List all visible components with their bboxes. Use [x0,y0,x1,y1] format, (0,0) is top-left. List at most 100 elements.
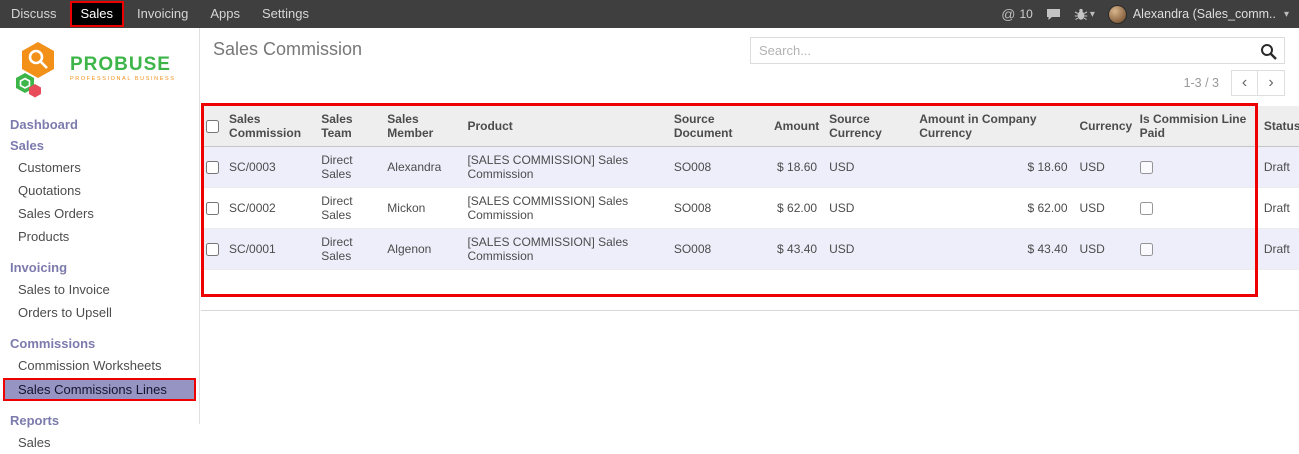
sidebar-item-reports-sales[interactable]: Sales [0,431,199,454]
header-source-currency[interactable]: Source Currency [823,106,913,146]
cell-source-document[interactable]: SO008 [668,146,768,187]
cell-paid [1134,187,1258,228]
paid-checkbox[interactable] [1140,202,1153,215]
row-select-cell [201,146,223,187]
pager-prev-button[interactable]: ‹ [1231,70,1258,96]
cell-member[interactable]: Algenon [381,228,461,269]
header-source-document[interactable]: Source Document [668,106,768,146]
cell-source-currency[interactable]: USD [823,228,913,269]
pager: 1-3 / 3 ‹ › [1184,70,1285,96]
user-menu[interactable]: Alexandra (Sales_comm.. ▾ [1108,5,1289,24]
search-input[interactable] [751,38,1284,63]
topbar-menu-settings[interactable]: Settings [251,0,320,28]
cell-currency[interactable]: USD [1074,146,1134,187]
table-header-row: Sales Commission Sales Team Sales Member… [201,106,1299,146]
sidebar-heading-invoicing[interactable]: Invoicing [0,257,199,278]
commission-table: Sales Commission Sales Team Sales Member… [201,106,1299,270]
cell-product[interactable]: [SALES COMMISSION] Sales Commission [461,146,667,187]
row-checkbox[interactable] [206,202,219,215]
paid-checkbox[interactable] [1140,243,1153,256]
row-select-cell [201,187,223,228]
sidebar-heading-reports[interactable]: Reports [0,410,199,431]
cell-amount-company-currency[interactable]: $ 43.40 [913,228,1073,269]
brand-logo: PROBUSE PROFESSIONAL BUSINESS [0,28,199,104]
cell-product[interactable]: [SALES COMMISSION] Sales Commission [461,228,667,269]
table-row: SC/0001 Direct Sales Algenon [SALES COMM… [201,228,1299,269]
cell-amount-company-currency[interactable]: $ 62.00 [913,187,1073,228]
cell-commission[interactable]: SC/0002 [223,187,315,228]
row-select-cell [201,228,223,269]
sidebar-heading-dashboard[interactable]: Dashboard [0,114,199,135]
cell-amount[interactable]: $ 43.40 [768,228,823,269]
header-is-commission-line-paid[interactable]: Is Commision Line Paid [1134,106,1258,146]
paid-checkbox[interactable] [1140,161,1153,174]
cell-product[interactable]: [SALES COMMISSION] Sales Commission [461,187,667,228]
cell-status[interactable]: Draft [1258,187,1299,228]
table-row: SC/0003 Direct Sales Alexandra [SALES CO… [201,146,1299,187]
user-caret-icon: ▾ [1284,9,1289,20]
topbar-menu-sales[interactable]: Sales [70,1,125,27]
user-name: Alexandra (Sales_comm.. [1133,7,1276,21]
brand-name: PROBUSE [70,55,176,74]
sidebar-heading-sales[interactable]: Sales [0,135,199,156]
cell-team[interactable]: Direct Sales [315,187,381,228]
user-avatar [1108,5,1127,24]
cell-currency[interactable]: USD [1074,228,1134,269]
cell-member[interactable]: Mickon [381,187,461,228]
sidebar-item-customers[interactable]: Customers [0,156,199,179]
header-product[interactable]: Product [461,106,667,146]
debug-bug-icon[interactable]: ▾ [1074,8,1095,21]
select-all-checkbox[interactable] [206,120,219,133]
cell-status[interactable]: Draft [1258,146,1299,187]
cell-member[interactable]: Alexandra [381,146,461,187]
sidebar-item-commission-worksheets[interactable]: Commission Worksheets [0,354,199,377]
mention-count: 10 [1019,7,1032,21]
cell-source-currency[interactable]: USD [823,187,913,228]
cell-source-document[interactable]: SO008 [668,228,768,269]
sidebar-item-sales-orders[interactable]: Sales Orders [0,202,199,225]
sidebar-item-orders-to-upsell[interactable]: Orders to Upsell [0,301,199,324]
header-amount-company-currency[interactable]: Amount in Company Currency [913,106,1073,146]
header-currency[interactable]: Currency [1074,106,1134,146]
cell-paid [1134,228,1258,269]
topbar-menu-apps[interactable]: Apps [199,0,251,28]
cell-team[interactable]: Direct Sales [315,228,381,269]
cell-amount-company-currency[interactable]: $ 18.60 [913,146,1073,187]
header-amount[interactable]: Amount [768,106,823,146]
sidebar-item-sales-commissions-lines[interactable]: Sales Commissions Lines [3,378,196,401]
cell-status[interactable]: Draft [1258,228,1299,269]
topbar-menu-invoicing[interactable]: Invoicing [126,0,199,28]
sidebar-item-products[interactable]: Products [0,225,199,248]
cell-commission[interactable]: SC/0001 [223,228,315,269]
cell-paid [1134,146,1258,187]
cell-amount[interactable]: $ 18.60 [768,146,823,187]
cell-source-document[interactable]: SO008 [668,187,768,228]
cell-source-currency[interactable]: USD [823,146,913,187]
page-title: Sales Commission [213,39,362,60]
messages-icon[interactable] [1046,8,1061,21]
row-checkbox[interactable] [206,161,219,174]
main-content: Sales Commission 1-3 / 3 ‹ › Sa [201,28,1299,424]
pager-next-button[interactable]: › [1258,70,1285,96]
cell-currency[interactable]: USD [1074,187,1134,228]
sidebar-heading-commissions[interactable]: Commissions [0,333,199,354]
header-sales-team[interactable]: Sales Team [315,106,381,146]
search-icon[interactable] [1260,43,1277,65]
sidebar-item-sales-to-invoice[interactable]: Sales to Invoice [0,278,199,301]
cell-commission[interactable]: SC/0003 [223,146,315,187]
search-box [750,37,1285,64]
header-status[interactable]: Status [1258,106,1299,146]
sidebar: PROBUSE PROFESSIONAL BUSINESS Dashboard … [0,28,200,424]
sidebar-item-quotations[interactable]: Quotations [0,179,199,202]
cell-amount[interactable]: $ 62.00 [768,187,823,228]
header-sales-commission[interactable]: Sales Commission [223,106,315,146]
header-sales-member[interactable]: Sales Member [381,106,461,146]
commission-list-view: Sales Commission Sales Team Sales Member… [201,106,1299,311]
cell-team[interactable]: Direct Sales [315,146,381,187]
topbar: Discuss Sales Invoicing Apps Settings @ … [0,0,1299,28]
topbar-menu-discuss[interactable]: Discuss [0,0,68,28]
pager-range: 1-3 / 3 [1184,76,1219,90]
sidebar-nav: Dashboard Sales Customers Quotations Sal… [0,114,199,454]
mentions-icon[interactable]: @ [1001,6,1015,22]
row-checkbox[interactable] [206,243,219,256]
